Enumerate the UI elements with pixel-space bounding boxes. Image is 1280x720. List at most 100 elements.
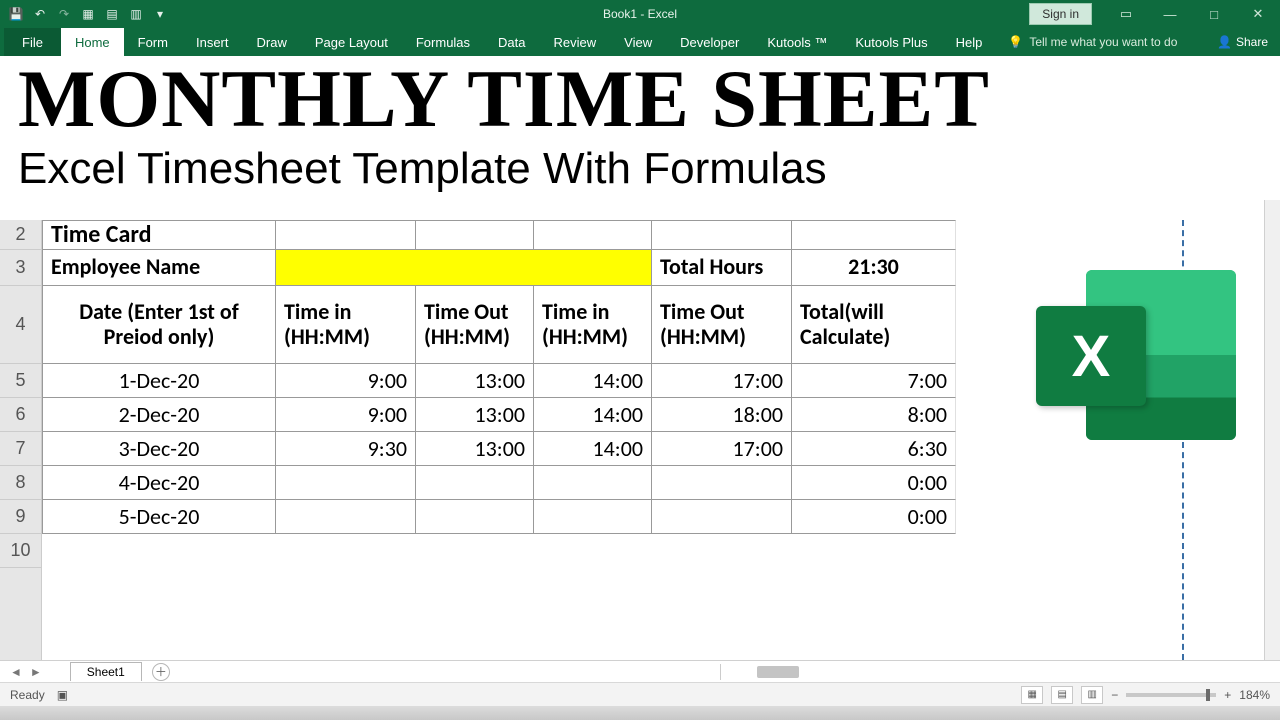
view-page-layout-icon[interactable]: ▤ (1051, 686, 1073, 704)
tab-form[interactable]: Form (124, 28, 182, 56)
signin-button[interactable]: Sign in (1029, 3, 1092, 25)
tab-help[interactable]: Help (942, 28, 997, 56)
cell[interactable] (534, 220, 652, 250)
tab-page-layout[interactable]: Page Layout (301, 28, 402, 56)
cell-time-out-2[interactable] (652, 466, 792, 500)
cell-date[interactable]: 4-Dec-20 (42, 466, 276, 500)
cell-total[interactable]: 8:00 (792, 398, 956, 432)
header-total[interactable]: Total(will Calculate) (792, 286, 956, 364)
cell-time-in-1[interactable]: 9:00 (276, 398, 416, 432)
close-icon[interactable]: ✕ (1236, 0, 1280, 28)
cell-time-out-1[interactable]: 13:00 (416, 364, 534, 398)
cell-time-in-2[interactable] (534, 466, 652, 500)
cell-time-in-1[interactable] (276, 500, 416, 534)
cell-time-out-2[interactable]: 17:00 (652, 432, 792, 466)
tab-file[interactable]: File (4, 28, 61, 56)
add-sheet-button[interactable]: ＋ (152, 663, 170, 681)
cell-employee-name-input[interactable] (276, 250, 652, 286)
share-button[interactable]: 👤 Share (1217, 35, 1268, 49)
cell-time-in-2[interactable] (534, 500, 652, 534)
sheet-nav-prev-icon[interactable]: ◄ (10, 665, 22, 679)
cell-total[interactable]: 7:00 (792, 364, 956, 398)
sheet-tab-1[interactable]: Sheet1 (70, 662, 142, 681)
cell-time-out-1[interactable]: 13:00 (416, 398, 534, 432)
row-header-4[interactable]: 4 (0, 286, 41, 364)
tab-kutools-plus[interactable]: Kutools Plus (841, 28, 941, 56)
horizontal-scrollbar[interactable] (720, 664, 1280, 680)
cell-time-out-1[interactable] (416, 466, 534, 500)
cell-time-in-1[interactable]: 9:00 (276, 364, 416, 398)
cell[interactable] (416, 220, 534, 250)
view-page-break-icon[interactable]: ▥ (1081, 686, 1103, 704)
cell-time-card[interactable]: Time Card (42, 220, 276, 250)
zoom-in-button[interactable]: + (1224, 688, 1231, 702)
table-row: 5-Dec-20 0:00 (42, 500, 1264, 534)
tab-formulas[interactable]: Formulas (402, 28, 484, 56)
header-date[interactable]: Date (Enter 1st of Preiod only) (42, 286, 276, 364)
tab-draw[interactable]: Draw (243, 28, 301, 56)
cell-date[interactable]: 3-Dec-20 (42, 432, 276, 466)
tab-view[interactable]: View (610, 28, 666, 56)
row-header-9[interactable]: 9 (0, 500, 41, 534)
qat-dropdown-icon[interactable]: ▾ (152, 6, 168, 22)
cell-time-in-1[interactable] (276, 466, 416, 500)
header-time-out-2[interactable]: Time Out (HH:MM) (652, 286, 792, 364)
zoom-out-button[interactable]: − (1111, 688, 1118, 702)
tell-me-search[interactable]: 💡 Tell me what you want to do (1008, 28, 1177, 56)
zoom-slider[interactable] (1126, 693, 1216, 697)
cell-employee-name-label[interactable]: Employee Name (42, 250, 276, 286)
overlay-banner: MONTHLY TIME SHEET Excel Timesheet Templ… (0, 56, 1280, 200)
view-normal-icon[interactable]: ▦ (1021, 686, 1043, 704)
cell-total[interactable]: 0:00 (792, 466, 956, 500)
tab-home[interactable]: Home (61, 28, 124, 56)
cell-time-out-2[interactable]: 18:00 (652, 398, 792, 432)
macro-record-icon[interactable]: ▣ (57, 688, 68, 702)
ribbon-options-icon[interactable]: ▭ (1104, 0, 1148, 28)
tab-kutools[interactable]: Kutools ™ (753, 28, 841, 56)
cell-time-in-2[interactable]: 14:00 (534, 432, 652, 466)
cell-time-in-2[interactable]: 14:00 (534, 398, 652, 432)
cell[interactable] (652, 220, 792, 250)
cell-time-in-2[interactable]: 14:00 (534, 364, 652, 398)
sheet-nav[interactable]: ◄ ► (0, 665, 52, 679)
row-header-6[interactable]: 6 (0, 398, 41, 432)
minimize-icon[interactable]: — (1148, 0, 1192, 28)
row-header-5[interactable]: 5 (0, 364, 41, 398)
save-icon[interactable]: 💾 (8, 6, 24, 22)
row-header-7[interactable]: 7 (0, 432, 41, 466)
header-time-out-1[interactable]: Time Out (HH:MM) (416, 286, 534, 364)
qat-icon-3[interactable]: ▥ (128, 6, 144, 22)
ribbon-tabs: File Home Form Insert Draw Page Layout F… (0, 28, 1280, 56)
undo-icon[interactable]: ↶ (32, 6, 48, 22)
cell[interactable] (276, 220, 416, 250)
maximize-icon[interactable]: □ (1192, 0, 1236, 28)
qat-icon-2[interactable]: ▤ (104, 6, 120, 22)
row-header-8[interactable]: 8 (0, 466, 41, 500)
cell-total-hours-value[interactable]: 21:30 (792, 250, 956, 286)
zoom-value[interactable]: 184% (1239, 688, 1270, 702)
cell-date[interactable]: 2-Dec-20 (42, 398, 276, 432)
row-header-3[interactable]: 3 (0, 250, 41, 286)
cell-date[interactable]: 5-Dec-20 (42, 500, 276, 534)
cell-date[interactable]: 1-Dec-20 (42, 364, 276, 398)
cell-time-out-1[interactable]: 13:00 (416, 432, 534, 466)
redo-icon[interactable]: ↷ (56, 6, 72, 22)
tab-review[interactable]: Review (540, 28, 611, 56)
header-time-in-2[interactable]: Time in (HH:MM) (534, 286, 652, 364)
sheet-nav-next-icon[interactable]: ► (30, 665, 42, 679)
tab-developer[interactable]: Developer (666, 28, 753, 56)
qat-icon-1[interactable]: ▦ (80, 6, 96, 22)
row-header-10[interactable]: 10 (0, 534, 41, 568)
cell-time-in-1[interactable]: 9:30 (276, 432, 416, 466)
cell-total[interactable]: 6:30 (792, 432, 956, 466)
cell-time-out-2[interactable] (652, 500, 792, 534)
cell[interactable] (792, 220, 956, 250)
cell-time-out-2[interactable]: 17:00 (652, 364, 792, 398)
cell-total[interactable]: 0:00 (792, 500, 956, 534)
tab-insert[interactable]: Insert (182, 28, 243, 56)
tab-data[interactable]: Data (484, 28, 539, 56)
cell-time-out-1[interactable] (416, 500, 534, 534)
row-header-2[interactable]: 2 (0, 220, 41, 250)
cell-total-hours-label[interactable]: Total Hours (652, 250, 792, 286)
header-time-in-1[interactable]: Time in (HH:MM) (276, 286, 416, 364)
